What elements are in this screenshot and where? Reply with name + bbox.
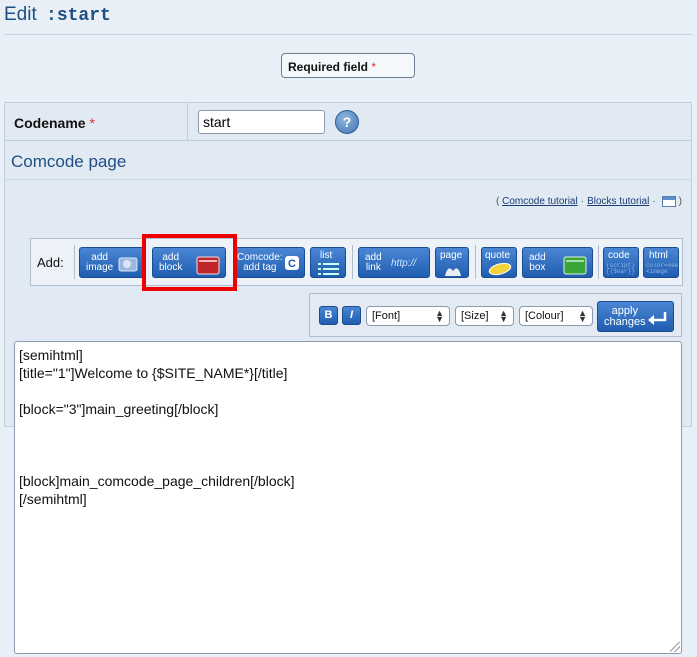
btn-line: image — [86, 262, 114, 273]
blocks-tutorial-link[interactable]: Blocks tutorial — [587, 196, 649, 207]
add-label: Add: — [37, 255, 64, 270]
page-button[interactable]: page — [435, 247, 469, 278]
quote-label: quote — [485, 250, 511, 261]
select-arrow-icon: ▲ ▼ — [435, 308, 444, 324]
title-divider — [4, 34, 693, 35]
list-label: list — [320, 250, 333, 261]
codename-row: Codename * ? — [5, 103, 691, 141]
separator-dot: · — [652, 196, 656, 207]
btn-line: link — [365, 262, 381, 273]
bold-button[interactable]: B — [319, 306, 338, 325]
html-button[interactable]: html color=#eee <image — [643, 247, 679, 278]
comcode-add-tag-button[interactable]: Comcode: add tag C — [233, 247, 305, 278]
html-icon: color=#eee <image — [646, 263, 679, 275]
codename-label-text: Codename — [14, 115, 86, 131]
comcode-editor[interactable]: [semihtml] [title="1"]Welcome to {$SITE_… — [14, 341, 682, 654]
tutorial-links: ( Comcode tutorial · Blocks tutorial · ) — [496, 196, 682, 207]
code-button[interactable]: code {script} {{$var}} — [603, 247, 639, 278]
paren-open: ( — [496, 196, 500, 207]
codename-label: Codename * — [5, 103, 188, 141]
quote-icon — [488, 262, 512, 276]
required-field-label: Required field — [288, 60, 369, 74]
svg-text:C: C — [288, 258, 296, 270]
page-title-text: Edit — [4, 4, 37, 25]
box-icon — [563, 256, 587, 275]
select-arrow-icon: ▲ ▼ — [499, 308, 508, 324]
toolbar-divider — [352, 245, 353, 279]
open-window-icon[interactable] — [661, 196, 676, 207]
colour-select[interactable]: [Colour] ▲ ▼ — [519, 306, 593, 326]
italic-button[interactable]: I — [342, 306, 361, 325]
comcode-tutorial-link[interactable]: Comcode tutorial — [502, 196, 578, 207]
font-select-value: [Font] — [372, 310, 401, 322]
add-link-label: add link — [365, 253, 382, 273]
code-icon: {script} {{$var}} — [606, 263, 635, 275]
image-icon — [118, 257, 138, 272]
help-icon[interactable]: ? — [335, 110, 359, 134]
size-select-value: [Size] — [461, 310, 489, 322]
quote-button[interactable]: quote — [481, 247, 517, 278]
codename-input[interactable] — [198, 110, 325, 134]
toolbar-divider — [74, 245, 75, 279]
add-box-label: add box — [529, 253, 546, 273]
page-icon — [445, 268, 461, 276]
paren-close: ) — [678, 196, 682, 207]
link-icon: http:// — [391, 258, 417, 269]
size-select[interactable]: [Size] ▲ ▼ — [455, 306, 514, 326]
colour-select-value: [Colour] — [525, 310, 564, 322]
required-star: * — [371, 60, 377, 74]
add-box-button[interactable]: add box — [522, 247, 593, 278]
html-label: html — [649, 250, 668, 261]
resize-grip-icon[interactable] — [670, 642, 680, 652]
toolbar-divider — [598, 245, 599, 279]
btn-line: changes — [604, 316, 646, 328]
add-block-highlight — [142, 234, 237, 291]
code-label: code — [608, 250, 630, 261]
section-heading: Comcode page — [5, 141, 691, 180]
page-label: page — [440, 250, 463, 261]
enter-arrow-icon — [648, 312, 667, 325]
font-select[interactable]: [Font] ▲ ▼ — [366, 306, 450, 326]
list-button[interactable]: list — [310, 247, 346, 278]
add-image-button[interactable]: add image — [79, 247, 145, 278]
page-title-code: :start — [46, 6, 111, 26]
codename-required-star: * — [89, 115, 95, 131]
comcode-icon: C — [285, 256, 299, 270]
add-image-label: add image — [86, 253, 113, 273]
btn-line: add tag — [243, 262, 277, 273]
separator-dot: · — [580, 196, 585, 207]
section-title: Comcode page — [11, 152, 127, 171]
comcode-add-tag-label: Comcode: add tag — [237, 253, 283, 273]
tutorial-row: ( Comcode tutorial · Blocks tutorial · ) — [5, 180, 691, 226]
formatting-toolbar: B I [Font] ▲ ▼ [Size] ▲ ▼ [Colour] ▲ ▼ apply ch… — [309, 293, 682, 337]
comcode-add-toolbar: Add: add image add block Comcode: add tag C… — [30, 238, 683, 286]
select-arrow-icon: ▲ ▼ — [578, 308, 587, 324]
page-title: Edit :start — [4, 4, 111, 26]
required-field-legend: Required field * — [281, 53, 415, 78]
apply-changes-button[interactable]: apply changes — [597, 301, 674, 332]
list-icon — [318, 263, 339, 275]
toolbar-divider — [475, 245, 476, 279]
add-link-button[interactable]: add link http:// — [358, 247, 430, 278]
btn-line: box — [529, 262, 546, 273]
apply-changes-label: apply changes — [604, 306, 646, 328]
